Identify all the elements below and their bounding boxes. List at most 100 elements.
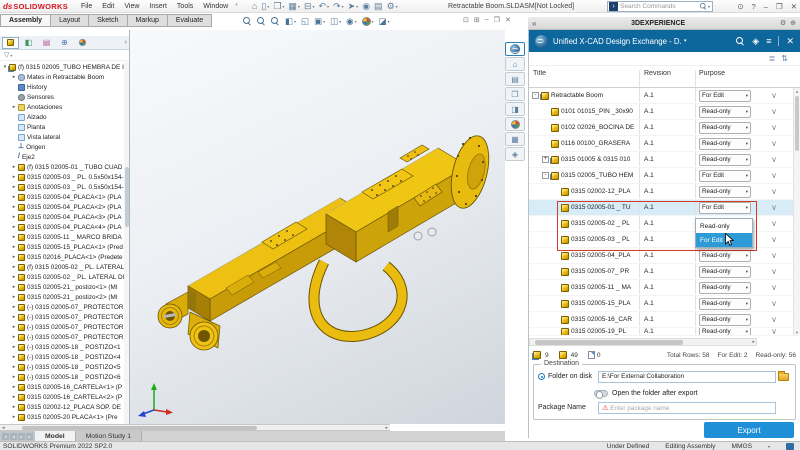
tree-expand-arrow-icon[interactable]: ▸	[11, 324, 17, 330]
tree-expand-arrow-icon[interactable]: ▸	[11, 354, 17, 360]
tree-item[interactable]: ▸ 0315 02005-04_PLACA<1> (PLA	[0, 192, 124, 202]
row-chevron-icon[interactable]: ∨	[755, 328, 793, 336]
close-panel-icon[interactable]: ✕	[786, 36, 794, 47]
table-row[interactable]: 0315 02005-15_PLA A.1 Read-only▾ ∨	[529, 296, 793, 312]
table-row[interactable]: 0101 01015_PIN _30x90 A.1 Read-only▾ ∨	[529, 104, 793, 120]
select-icon[interactable]: ➤▾	[348, 1, 359, 12]
table-row[interactable]: 0315 02005-01 _ TU A.1 For Edit▾ ∨	[529, 200, 793, 216]
tree-expand-arrow-icon[interactable]: ▸	[11, 104, 17, 110]
doc-cascade-icon[interactable]: ⊡	[463, 16, 469, 24]
purpose-dropdown[interactable]: Read-only▾	[699, 250, 751, 262]
search-commands-box[interactable]: › Search Commands ▾	[607, 1, 713, 12]
sort-icon[interactable]: ≣	[769, 54, 776, 63]
open-icon[interactable]: ❒▾	[273, 1, 284, 12]
display-style-icon[interactable]: ◫▾	[330, 16, 341, 27]
zoom-previous-icon[interactable]: ▾	[271, 17, 280, 26]
minimize-icon[interactable]: –	[764, 2, 768, 11]
tree-item[interactable]: ▸ 0315 02005-02 _ PL. LATERAL DI	[0, 272, 124, 282]
tree-item[interactable]: History	[0, 82, 124, 92]
tree-expand-arrow-icon[interactable]: ▸	[11, 394, 17, 400]
commandmanager-tab-evaluate[interactable]: Evaluate	[168, 14, 212, 27]
print-icon[interactable]: ⊟▾	[304, 1, 315, 12]
row-chevron-icon[interactable]: ∨	[755, 315, 793, 324]
table-horizontal-scrollbar[interactable]: ▸	[529, 338, 757, 346]
tree-item[interactable]: ▸ 0315 02005-04_PLACA<4> (PLA	[0, 222, 124, 232]
column-revision[interactable]: Revision	[639, 70, 695, 87]
menu-icon[interactable]: ≡	[766, 36, 771, 46]
tree-item[interactable]: ▸ 0315 02005-20 PLACA<1> (Pre	[0, 412, 124, 422]
view-settings-icon[interactable]: ◪▾	[379, 16, 390, 27]
tree-item[interactable]: ▸ (-) 0315 02005-07_ PROTECTOR	[0, 322, 124, 332]
tree-item[interactable]: ▸ 0315 02005-21_ postizo<1> (MI	[0, 282, 124, 292]
row-expander[interactable]: +	[542, 156, 549, 163]
user-icon[interactable]: ⊙	[737, 2, 743, 11]
tree-expand-arrow-icon[interactable]: ▸	[11, 294, 17, 300]
viewport-horizontal-scrollbar[interactable]: ◂▸	[0, 424, 390, 431]
tab-nav-arrows[interactable]: ◂◂▸▸	[0, 431, 35, 441]
tree-item[interactable]: ▸ 0315 02005-04_PLACA<3> (PLA	[0, 212, 124, 222]
tree-expand-arrow-icon[interactable]: ▸	[11, 334, 17, 340]
configurationmanager-tab[interactable]: ▤	[38, 37, 55, 49]
tree-expand-arrow-icon[interactable]: ▸	[11, 74, 17, 80]
table-row[interactable]: 0315 02005-02 _ PL A.1 Read-only▾ ∨	[529, 216, 793, 232]
units-caret-icon[interactable]: ▾	[768, 444, 770, 449]
purpose-dropdown[interactable]: Read-only▾	[699, 314, 751, 326]
save-icon[interactable]: ▦▾	[288, 1, 300, 12]
table-vertical-scrollbar[interactable]: ▲▼	[793, 88, 800, 336]
row-expander[interactable]: -	[532, 92, 539, 99]
row-chevron-icon[interactable]: ∨	[755, 123, 793, 132]
tree-item[interactable]: ▸ (-) 0315 02005-18 _ POSTIZO<5	[0, 362, 124, 372]
open-after-export-toggle[interactable]	[594, 390, 608, 397]
commandmanager-tab-assembly[interactable]: Assembly	[0, 14, 51, 27]
rebuild-icon[interactable]: ◉▾	[362, 1, 370, 12]
tree-expand-arrow-icon[interactable]: ▸	[11, 204, 17, 210]
edit-appearance-icon[interactable]: ▾	[362, 17, 374, 26]
menu-item[interactable]: View	[119, 2, 144, 11]
boom-model[interactable]	[130, 30, 505, 424]
row-chevron-icon[interactable]: ∨	[755, 203, 793, 212]
row-chevron-icon[interactable]: ∨	[755, 155, 793, 164]
tag-icon[interactable]: ◈	[752, 36, 759, 47]
menu-item[interactable]: File	[76, 2, 97, 11]
tree-item[interactable]: Sensores	[0, 92, 124, 102]
tree-item[interactable]: Alzado	[0, 112, 124, 122]
purpose-dropdown[interactable]: For Edit▾	[699, 90, 751, 102]
search-caret-icon[interactable]: ▾	[708, 4, 710, 9]
units-selector[interactable]: MMGS	[731, 443, 752, 450]
zoom-area-icon[interactable]: ▾	[257, 17, 266, 26]
tree-item[interactable]: ▸ (-) 0315 02005-18 _ POSTIZO<6	[0, 372, 124, 382]
tree-expand-arrow-icon[interactable]: ▸	[11, 344, 17, 350]
row-chevron-icon[interactable]: ∨	[755, 299, 793, 308]
tree-expand-arrow-icon[interactable]: ▸	[11, 254, 17, 260]
tree-item[interactable]: ▸ 0315 02005-21_ postizo<2> (MI	[0, 292, 124, 302]
menu-item[interactable]: Edit	[97, 2, 119, 11]
table-row[interactable]: 0102 02026_BOCINA DE A.1 Read-only▾ ∨	[529, 120, 793, 136]
tree-item[interactable]: ▸ (-) 0315 02005-18 _ POSTIZO<4	[0, 352, 124, 362]
menu-item[interactable]: Tools	[172, 2, 198, 11]
tree-expand-arrow-icon[interactable]: ▸	[11, 374, 17, 380]
tree-item[interactable]: ▸ (-) 0315 02005-07_ PROTECTOR	[0, 302, 124, 312]
restore-icon[interactable]: ❐	[776, 2, 783, 11]
graphics-viewport[interactable]	[130, 30, 505, 424]
tree-item[interactable]: ▸ (-) 0315 02005-18 _ POSTIZO<1	[0, 342, 124, 352]
zoom-fit-icon[interactable]: ▾	[243, 17, 252, 26]
tree-item[interactable]: ▸ 0315 02005-16_CARTELA<2> (P	[0, 392, 124, 402]
tree-item[interactable]: ⊥ Origen	[0, 142, 124, 152]
tree-item[interactable]: / Eje2	[0, 152, 124, 162]
table-row[interactable]: 0315 02005-04_PLA A.1 Read-only▾ ∨	[529, 248, 793, 264]
table-row[interactable]: + 0315 01005 & 0315 010 A.1 Read-only▾ ∨	[529, 152, 793, 168]
tree-item[interactable]: ▸ 0315 02005-16_CARTELA<1> (P	[0, 382, 124, 392]
forum-tab[interactable]: ◈	[505, 147, 525, 161]
file-explorer-tab[interactable]: ❒	[505, 87, 525, 101]
package-name-input[interactable]: ⚠ Enter package name	[598, 402, 776, 414]
close-icon[interactable]: ✕	[791, 2, 797, 11]
table-row[interactable]: 0315 02005-19_PL A.1 Read-only▾ ∨	[529, 328, 793, 336]
options-icon[interactable]: ⚙▾	[387, 1, 398, 12]
dropdown-option-readonly[interactable]: Read-only	[696, 219, 752, 233]
purpose-dropdown[interactable]: Read-only▾	[699, 138, 751, 150]
tree-expand-arrow-icon[interactable]: ▸	[11, 364, 17, 370]
3dexperience-tab[interactable]	[505, 42, 525, 56]
doc-tile-icon[interactable]: ⊞	[474, 16, 480, 24]
3dexperience-status-icon[interactable]	[786, 443, 794, 450]
tree-item[interactable]: ▸ 0315 02005-15_PLACA<1> (Pred	[0, 242, 124, 252]
